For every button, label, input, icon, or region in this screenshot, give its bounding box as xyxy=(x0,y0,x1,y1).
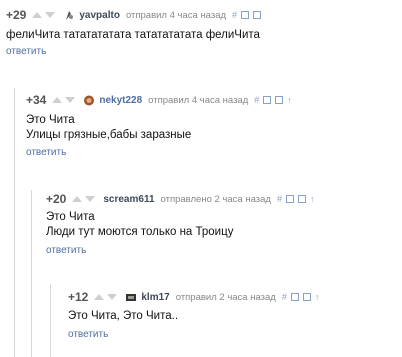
reply-link[interactable]: ответить xyxy=(68,329,108,340)
comment-line: Это Чита xyxy=(26,114,75,126)
timestamp: отправил 4 часа назад xyxy=(148,94,249,106)
comment-text: Это Чита, Это Чита.. xyxy=(68,309,178,324)
minus-box-icon[interactable] xyxy=(285,195,294,203)
downvote-icon[interactable] xyxy=(85,196,96,202)
username[interactable]: nekyt228 xyxy=(99,95,142,106)
minus-box-icon[interactable] xyxy=(241,11,250,19)
comment-header: +29 yavpalto отправил 4 часа назад # xyxy=(6,8,265,22)
comment-header: +20 scream611 отправлено 2 часа назад # … xyxy=(46,192,318,206)
hash-icon[interactable]: # xyxy=(282,292,287,302)
save-icon[interactable] xyxy=(275,96,284,104)
comment-line: Люди тут моются только на Троицу xyxy=(46,226,234,238)
comment-line: Улицы грязные,бабы заразные xyxy=(26,129,192,141)
arrow-up-icon[interactable]: ↑ xyxy=(315,292,320,302)
hash-icon[interactable]: # xyxy=(232,10,237,20)
comment-line: Это Чита, Это Чита.. xyxy=(68,310,179,322)
comment-header: +34 nekyt228 отправил 4 часа назад # ↑ xyxy=(26,93,296,107)
reply-link[interactable]: ответить xyxy=(6,46,46,57)
arrow-up-icon[interactable]: ↑ xyxy=(287,95,292,105)
comment-text: Это Чита Люди тут моются только на Троиц… xyxy=(46,210,233,240)
comment-text: Это Чита Улицы грязные,бабы заразные xyxy=(26,113,191,143)
thread-line-2 xyxy=(31,190,32,357)
username[interactable]: yavpalto xyxy=(79,10,120,21)
avatar xyxy=(84,95,95,105)
timestamp: отправил 4 часа назад xyxy=(125,9,227,21)
timestamp: отправлено 2 часа назад xyxy=(160,193,271,205)
comment-line: фелиЧита тататататата тататататата фелиЧ… xyxy=(6,29,260,41)
rating-count: +34 xyxy=(26,93,47,107)
save-icon[interactable] xyxy=(302,293,311,301)
reply-link[interactable]: ответить xyxy=(46,245,86,256)
upvote-icon[interactable] xyxy=(94,294,105,300)
thread-line-3 xyxy=(50,284,51,357)
username[interactable]: scream611 xyxy=(103,194,154,205)
minus-box-icon[interactable] xyxy=(290,293,299,301)
rating-count: +20 xyxy=(46,192,67,206)
rating-count: +29 xyxy=(6,8,27,22)
username[interactable]: klm17 xyxy=(141,292,169,303)
avatar xyxy=(126,293,137,301)
comment-header: +12 klm17 отправил 2 часа назад # ↑ xyxy=(68,290,323,304)
upvote-icon[interactable] xyxy=(52,97,63,103)
rating-count: +12 xyxy=(68,290,89,304)
save-icon[interactable] xyxy=(253,11,262,19)
upvote-icon[interactable] xyxy=(32,12,43,18)
hash-icon[interactable]: # xyxy=(254,95,259,105)
avatar xyxy=(66,10,74,20)
save-icon[interactable] xyxy=(297,195,306,203)
arrow-up-icon[interactable]: ↑ xyxy=(310,194,315,204)
minus-box-icon[interactable] xyxy=(263,96,272,104)
comment-text: фелиЧита тататататата тататататата фелиЧ… xyxy=(6,28,260,43)
hash-icon[interactable]: # xyxy=(277,194,282,204)
reply-link[interactable]: ответить xyxy=(26,147,66,158)
downvote-icon[interactable] xyxy=(65,97,76,103)
comment-line: Это Чита xyxy=(46,211,95,223)
thread-line-1 xyxy=(14,88,15,357)
downvote-icon[interactable] xyxy=(45,12,56,18)
upvote-icon[interactable] xyxy=(72,196,83,202)
downvote-icon[interactable] xyxy=(107,294,118,300)
timestamp: отправил 2 часа назад xyxy=(175,291,276,303)
